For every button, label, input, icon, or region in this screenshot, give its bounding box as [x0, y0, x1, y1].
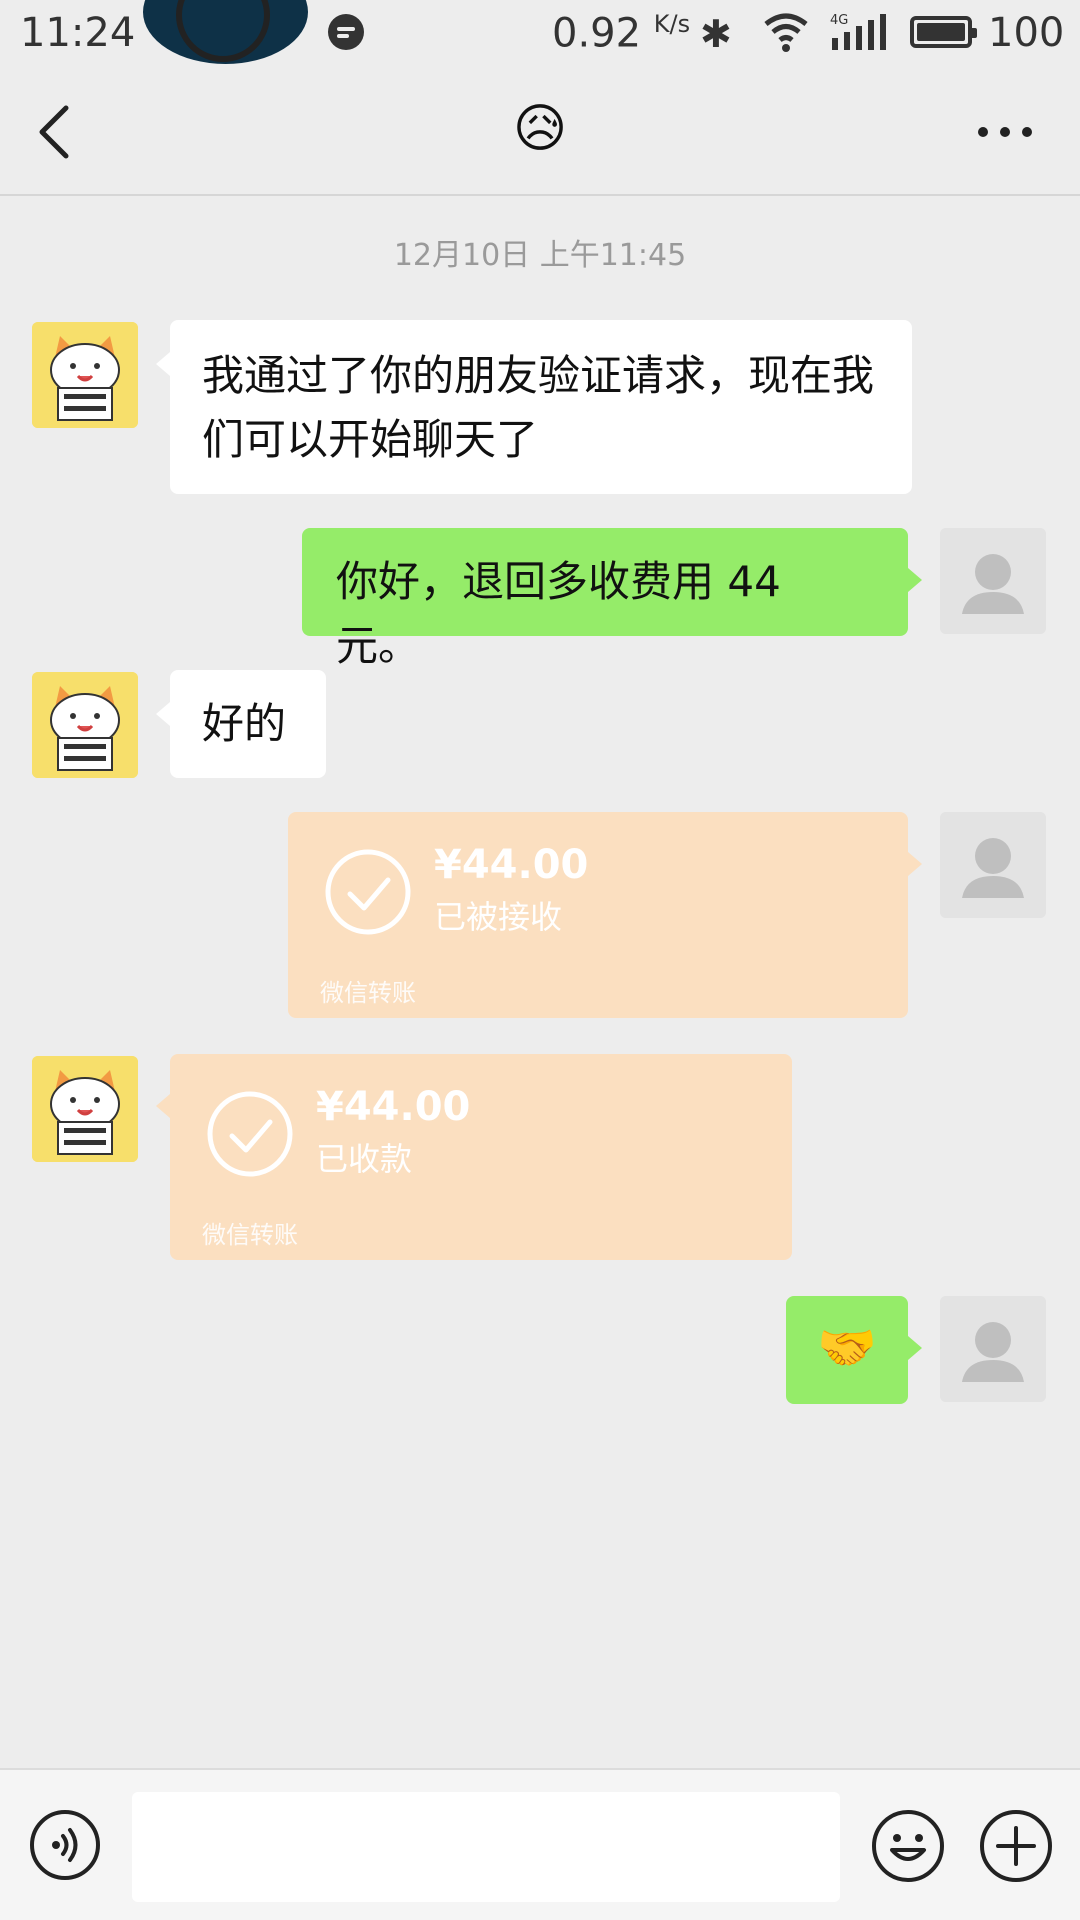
- transfer-status: 已被接收: [434, 898, 563, 936]
- user-silhouette-icon: [940, 1296, 1046, 1402]
- my-avatar[interactable]: [940, 812, 1046, 918]
- voice-icon[interactable]: [28, 1808, 102, 1882]
- contact-avatar[interactable]: [32, 1056, 138, 1162]
- battery-icon: [910, 16, 977, 48]
- my-avatar[interactable]: [940, 528, 1046, 634]
- chat-timestamp: 12月10日 上午11:45: [393, 238, 687, 273]
- check-circle-icon: [207, 1091, 293, 1177]
- transfer-card-sent[interactable]: ¥44.00 已被接收 微信转账: [288, 812, 922, 1018]
- plus-icon[interactable]: [978, 1808, 1054, 1884]
- wifi-icon: [764, 13, 808, 52]
- message-bubble-sent[interactable]: 你好，退回多收费用 44 元。: [302, 528, 922, 670]
- cell-signal-icon: 4G: [830, 13, 886, 50]
- transfer-status: 已收款: [316, 1140, 413, 1178]
- message-input[interactable]: [132, 1792, 840, 1902]
- contact-avatar[interactable]: [32, 672, 138, 778]
- user-silhouette-icon: [940, 528, 1046, 634]
- handshake-emoji: 🤝: [817, 1320, 877, 1376]
- network-type: 4G: [830, 13, 848, 28]
- cat-avatar-icon: [32, 322, 138, 428]
- chat-title: 😥: [512, 99, 568, 159]
- contact-avatar[interactable]: [32, 322, 138, 428]
- user-silhouette-icon: [940, 812, 1046, 918]
- cat-avatar-icon: [32, 1056, 138, 1162]
- camera-cutout: [143, 0, 308, 64]
- transfer-amount: ¥44.00: [434, 842, 589, 888]
- chevron-left-icon[interactable]: [30, 102, 80, 162]
- emoji-icon[interactable]: [870, 1808, 946, 1884]
- transfer-card-received[interactable]: ¥44.00 已收款 微信转账: [156, 1054, 792, 1260]
- transfer-label: 微信转账: [202, 1221, 298, 1249]
- message-notification-icon: [328, 14, 364, 50]
- battery-level: 100: [988, 10, 1065, 56]
- chat-header: 😥: [0, 66, 1080, 196]
- input-bar: [0, 1768, 1080, 1920]
- message-text: 我通过了你的朋友验证请求，现在我们可以开始聊天了: [202, 351, 875, 464]
- message-bubble-received[interactable]: 我通过了你的朋友验证请求，现在我们可以开始聊天了: [156, 320, 912, 494]
- bluetooth-icon: ✱: [700, 12, 732, 56]
- transfer-label: 微信转账: [320, 979, 416, 1007]
- message-text: 好的: [202, 699, 287, 748]
- network-speed: 0.92 K/s: [552, 10, 691, 57]
- cat-avatar-icon: [32, 672, 138, 778]
- status-bar: 11:24 0.92 K/s ✱ 4G 100: [0, 0, 1080, 66]
- check-circle-icon: [325, 849, 411, 935]
- more-dots-icon[interactable]: [975, 102, 1035, 162]
- message-text: 你好，退回多收费用 44 元。: [336, 557, 781, 670]
- message-bubble-sent[interactable]: 🤝: [786, 1296, 922, 1404]
- status-time: 11:24: [20, 10, 136, 56]
- transfer-amount: ¥44.00: [316, 1084, 471, 1130]
- my-avatar[interactable]: [940, 1296, 1046, 1402]
- message-bubble-received[interactable]: 好的: [156, 670, 326, 778]
